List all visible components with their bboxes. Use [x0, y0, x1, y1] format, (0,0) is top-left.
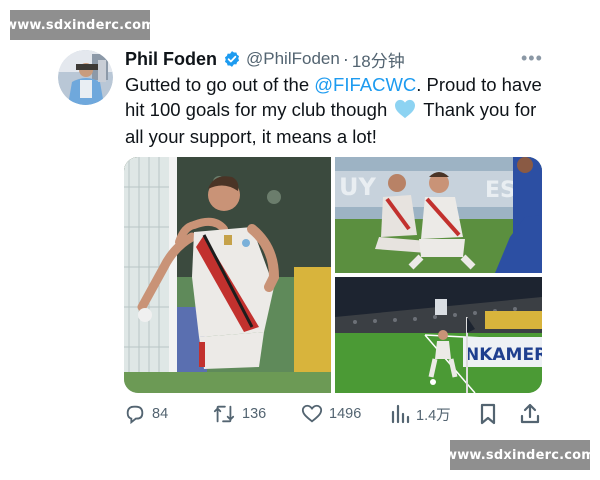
verified-badge-icon — [223, 50, 241, 68]
mention-link[interactable]: @FIFACWC — [314, 74, 416, 95]
reply-icon — [124, 403, 146, 425]
tweet-text: Gutted to go out of the @FIFACWC. Proud … — [125, 73, 550, 150]
timestamp[interactable]: 18分钟 — [352, 47, 405, 72]
light-blue-heart-icon — [394, 99, 416, 126]
photo-player-corner-kick[interactable]: NKAMERI — [335, 277, 542, 393]
bookmark-button[interactable] — [478, 400, 498, 428]
bookmark-icon — [478, 403, 498, 425]
retweet-button[interactable]: 136 — [212, 400, 266, 428]
svg-text:ES: ES — [485, 178, 516, 203]
svg-text:UY: UY — [339, 173, 376, 201]
avatar[interactable] — [58, 50, 113, 105]
media-grid: UY ES NKAMER — [124, 157, 542, 393]
reply-button[interactable]: 84 — [124, 400, 168, 428]
photo-player-celebrating[interactable] — [124, 157, 331, 393]
more-options-icon[interactable]: ••• — [521, 48, 543, 68]
tweet-actions: 84 136 1496 1.4万 — [124, 400, 549, 430]
tweet-header: Phil Foden @PhilFoden · 18分钟 — [125, 47, 545, 71]
share-button[interactable] — [519, 400, 541, 428]
heart-icon — [301, 403, 323, 425]
author-name[interactable]: Phil Foden — [125, 49, 217, 70]
views-count: 1.4万 — [416, 407, 451, 424]
avatar-photo — [58, 50, 113, 105]
views-chart-icon — [390, 403, 410, 425]
photo-players-sitting[interactable]: UY ES — [335, 157, 542, 273]
ad-board-text: NKAMERI — [465, 345, 542, 365]
author-handle[interactable]: @PhilFoden — [246, 49, 340, 69]
separator-dot: · — [342, 48, 349, 69]
watermark-bottom: www.sdxinderc.com — [445, 440, 595, 470]
tweet-text-part1: Gutted to go out of the — [125, 74, 315, 95]
like-count: 1496 — [329, 406, 362, 422]
retweet-count: 136 — [242, 406, 267, 422]
share-icon — [519, 403, 541, 425]
views-button[interactable]: 1.4万 — [390, 400, 451, 428]
retweet-icon — [212, 403, 236, 425]
like-button[interactable]: 1496 — [301, 400, 361, 428]
watermark-top: www.sdxinderc.com — [5, 10, 155, 40]
reply-count: 84 — [152, 406, 169, 422]
